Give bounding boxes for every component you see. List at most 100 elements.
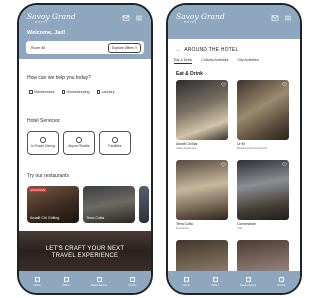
place-card[interactable]: Amalfi Chi Bar Italian Restaurant	[176, 80, 228, 150]
restaurants-carousel[interactable]: EXCLUSIVE Amalfi Chi Grilling Terra Cott…	[27, 186, 149, 223]
service-label: In-Room Dining	[31, 143, 55, 148]
restaurant-card-peek[interactable]	[139, 186, 149, 223]
service-in-room-dining[interactable]: In-Room Dining	[27, 131, 59, 155]
place-name: Amalfi Chi Bar	[176, 142, 198, 146]
place-subtitle: Mediterranean Restaurant	[237, 147, 268, 150]
broom-icon	[61, 90, 66, 94]
menu-icon[interactable]	[135, 15, 143, 21]
tab-city-activities[interactable]: City Activities	[238, 58, 259, 64]
home-screen: Savoy Grand HOTEL Welcome, Jad! Room 58 …	[19, 5, 151, 293]
nav-label: Profile	[128, 283, 137, 287]
menu-icon[interactable]	[284, 15, 292, 21]
chip-housekeeping[interactable]: Housekeeping	[60, 89, 92, 95]
nav-label: Home	[33, 283, 42, 287]
place-card[interactable]: Cornerstone Cafe	[237, 160, 289, 230]
page-title-row: ← AROUND THE HOTEL	[176, 47, 238, 53]
calendar-icon	[245, 277, 251, 282]
heart-icon[interactable]	[282, 162, 287, 167]
restaurants-title: Try our restaurants	[27, 173, 70, 179]
profile-icon	[278, 277, 284, 282]
place-subtitle: Italian Restaurant	[176, 147, 197, 150]
place-subtitle: Cafe	[237, 227, 243, 230]
tab-eat-drink[interactable]: Eat & Drink	[174, 58, 193, 64]
around-header: Savoy Grand HOTEL	[168, 5, 300, 39]
bottom-nav: Home Offers Reservations Profile	[19, 271, 151, 293]
place-name: Cornerstone	[237, 222, 256, 226]
brand-tagline: HOTEL	[35, 20, 49, 24]
heart-icon[interactable]	[282, 82, 287, 87]
nav-offers[interactable]: Offers	[62, 277, 70, 287]
back-arrow-icon[interactable]: ←	[176, 47, 181, 53]
service-facilities[interactable]: Facilities	[99, 131, 131, 155]
service-airport-shuttle[interactable]: Airport Shuttle	[63, 131, 95, 155]
dining-icon	[40, 137, 46, 144]
place-subtitle: Restaurant	[176, 227, 189, 230]
laundry-icon	[96, 90, 101, 94]
hotel-logo[interactable]: Savoy Grand HOTEL	[27, 13, 76, 24]
place-photo	[176, 80, 228, 140]
bottom-nav: Home Offers Reservations Profile	[168, 271, 300, 293]
shuttle-icon	[76, 137, 82, 144]
place-card[interactable]: Le M Mediterranean Restaurant	[237, 80, 289, 150]
offers-icon	[63, 277, 69, 282]
place-name: Le M	[237, 142, 245, 146]
around-screen: Savoy Grand HOTEL ← AROUND THE HOTEL Eat…	[168, 5, 300, 293]
notifications-icon[interactable]	[122, 15, 130, 21]
services-title: Hotel Services:	[27, 118, 61, 124]
facilities-icon	[112, 137, 118, 144]
services-row: In-Room Dining Airport Shuttle Facilitie…	[27, 131, 131, 155]
service-label: Facilities	[108, 143, 122, 148]
chip-maintenance[interactable]: Maintenance	[27, 89, 57, 95]
nav-label: Reservations	[239, 283, 257, 287]
room-card: Room 58 Explore Offers ⌑	[26, 41, 144, 54]
header-actions	[271, 15, 292, 21]
home-icon	[34, 277, 40, 282]
notifications-icon[interactable]	[271, 15, 279, 21]
tab-cultural-activities[interactable]: Cultural Activities	[201, 58, 228, 64]
explore-offers-button[interactable]: Explore Offers ⌑	[108, 42, 141, 53]
service-label: Airport Shuttle	[68, 143, 90, 148]
page-title: AROUND THE HOTEL	[184, 47, 239, 53]
nav-offers[interactable]: Offers	[211, 277, 219, 287]
heart-icon[interactable]	[221, 162, 226, 167]
brand-name: Savoy Grand	[176, 12, 225, 21]
nav-home[interactable]: Home	[183, 277, 190, 287]
help-chips: Maintenance Housekeeping Laundry	[27, 89, 117, 95]
nav-reservations[interactable]: Reservations	[91, 277, 107, 287]
hotel-logo[interactable]: Savoy Grand HOTEL	[176, 13, 225, 24]
welcome-heading: Welcome, Jad!	[27, 30, 66, 36]
calendar-icon	[96, 277, 102, 282]
brand-name: Savoy Grand	[27, 12, 76, 21]
travel-experience-banner[interactable]: LET'S CRAFT YOUR NEXT TRAVEL EXPERIENCE	[19, 231, 151, 271]
tag-icon: ⌑	[135, 45, 137, 50]
nav-label: Offers	[211, 283, 219, 287]
chip-laundry[interactable]: Laundry	[95, 89, 117, 95]
nav-reservations[interactable]: Reservations	[240, 277, 256, 287]
place-card[interactable]: Terra Cotta Restaurant	[176, 160, 228, 230]
heart-icon[interactable]	[221, 82, 226, 87]
restaurant-badge: EXCLUSIVE	[29, 188, 47, 193]
nav-home[interactable]: Home	[34, 277, 41, 287]
phone-frame-home: Savoy Grand HOTEL Welcome, Jad! Room 58 …	[17, 3, 153, 295]
nav-profile[interactable]: Profile	[128, 277, 136, 287]
restaurant-card[interactable]: Terra Cotta	[83, 186, 135, 223]
places-grid: Amalfi Chi Bar Italian Restaurant Le M M…	[176, 80, 289, 293]
brand-tagline: HOTEL	[184, 20, 198, 24]
banner-line-2: TRAVEL EXPERIENCE	[51, 253, 119, 259]
category-tabs: Eat & Drink Cultural Activities City Act…	[174, 58, 300, 64]
home-icon	[183, 277, 189, 282]
place-photo	[237, 80, 289, 140]
restaurant-card[interactable]: EXCLUSIVE Amalfi Chi Grilling	[27, 186, 79, 223]
restaurant-name: Amalfi Chi Grilling	[30, 216, 60, 220]
help-title: How can we help you today?	[27, 75, 91, 81]
wrench-icon	[29, 90, 33, 94]
place-name: Terra Cotta	[176, 222, 193, 226]
chip-label: Housekeeping	[66, 90, 90, 94]
chip-label: Maintenance	[34, 90, 55, 94]
room-label: Room 58	[31, 45, 46, 50]
nav-profile[interactable]: Profile	[277, 277, 285, 287]
nav-label: Reservations	[90, 283, 108, 287]
category-title: Eat & Drink	[176, 71, 203, 77]
banner-line-1: LET'S CRAFT YOUR NEXT	[45, 246, 125, 252]
chip-label: Laundry	[101, 90, 115, 94]
